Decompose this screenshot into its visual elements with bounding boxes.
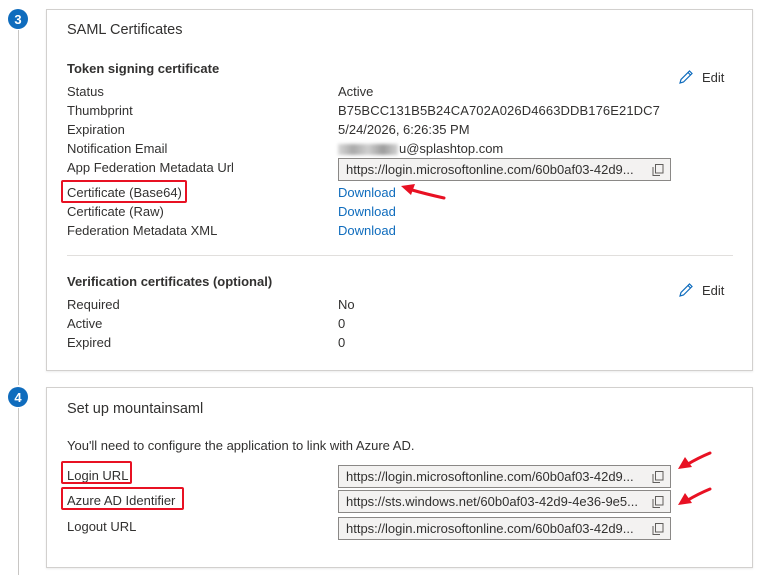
login-url-field[interactable]: https://login.microsoftonline.com/60b0af…: [338, 465, 671, 488]
edit-label: Edit: [702, 282, 725, 298]
copy-icon[interactable]: [652, 496, 664, 508]
certificate-raw-label: Certificate (Raw): [67, 204, 164, 219]
azure-ad-identifier-text: https://sts.windows.net/60b0af03-42d9-4e…: [346, 494, 638, 509]
thumbprint-label: Thumbprint: [67, 103, 133, 118]
expiration-value: 5/24/2026, 6:26:35 PM: [338, 122, 470, 137]
status-label: Status: [67, 84, 104, 99]
active-value: 0: [338, 316, 346, 331]
section-divider: [67, 255, 733, 256]
login-url-highlight: [61, 461, 132, 484]
federation-metadata-xml-download-link[interactable]: Download: [338, 223, 396, 238]
required-value: No: [338, 297, 355, 312]
status-value: Active: [338, 84, 374, 99]
azure-ad-identifier-highlight: [61, 487, 184, 510]
redacted-email-blur: [338, 144, 398, 156]
step-3-badge: 3: [8, 9, 28, 29]
setup-description: You'll need to configure the application…: [67, 438, 415, 453]
certificate-base64-highlight: [61, 180, 187, 203]
setup-title: Set up mountainsaml: [67, 401, 204, 417]
timeline-rail-lower: [18, 408, 19, 575]
annotation-arrow-icon: [678, 451, 712, 469]
logout-url-field[interactable]: https://login.microsoftonline.com/60b0af…: [338, 517, 671, 540]
metadata-url-field[interactable]: https://login.microsoftonline.com/60b0af…: [338, 158, 671, 181]
thumbprint-value: B75BCC131B5B24CA702A026D4663DDB176E21DC7: [338, 103, 660, 118]
notification-email-text: u@splashtop.com: [399, 141, 504, 156]
pencil-icon: [679, 70, 693, 84]
active-label: Active: [67, 316, 103, 331]
edit-token-signing-button[interactable]: Edit: [678, 69, 724, 85]
copy-icon[interactable]: [652, 164, 664, 176]
copy-icon[interactable]: [652, 523, 664, 535]
federation-metadata-xml-label: Federation Metadata XML: [67, 223, 218, 238]
copy-icon[interactable]: [652, 471, 664, 483]
azure-ad-identifier-field[interactable]: https://sts.windows.net/60b0af03-42d9-4e…: [338, 490, 671, 513]
annotation-arrow-icon: [678, 487, 712, 505]
setup-card: Set up mountainsaml You'll need to confi…: [46, 387, 753, 568]
expired-label: Expired: [67, 335, 112, 350]
saml-certificates-title: SAML Certificates: [67, 22, 183, 38]
edit-verification-button[interactable]: Edit: [678, 282, 724, 298]
expiration-label: Expiration: [67, 122, 125, 137]
token-signing-title: Token signing certificate: [67, 61, 220, 76]
pencil-icon: [679, 283, 693, 297]
logout-url-label: Logout URL: [67, 519, 137, 534]
certificate-raw-download-link[interactable]: Download: [338, 204, 396, 219]
annotation-arrow-icon: [401, 184, 446, 200]
metadata-url-text: https://login.microsoftonline.com/60b0af…: [346, 162, 634, 177]
certificate-base64-download-link[interactable]: Download: [338, 185, 396, 200]
step-4-badge: 4: [8, 387, 28, 407]
notification-email-label: Notification Email: [67, 141, 168, 156]
timeline-rail: [18, 30, 19, 385]
edit-label: Edit: [702, 69, 725, 85]
expired-value: 0: [338, 335, 346, 350]
login-url-text: https://login.microsoftonline.com/60b0af…: [346, 469, 634, 484]
notification-email-value: u@splashtop.com: [338, 141, 503, 156]
metadata-url-label: App Federation Metadata Url: [67, 160, 234, 175]
logout-url-text: https://login.microsoftonline.com/60b0af…: [346, 521, 634, 536]
required-label: Required: [67, 297, 120, 312]
verification-certificates-title: Verification certificates (optional): [67, 274, 273, 289]
